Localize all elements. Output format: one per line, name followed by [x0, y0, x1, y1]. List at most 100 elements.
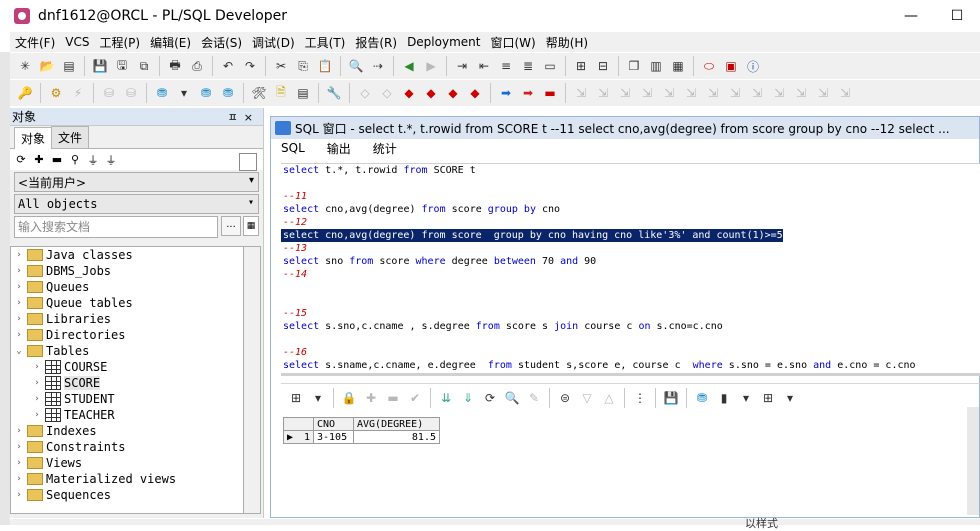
- comment-icon[interactable]: ≡: [496, 56, 516, 76]
- tab-files[interactable]: 文件: [51, 126, 90, 148]
- column-header-avg[interactable]: AVG(DEGREE): [353, 417, 440, 431]
- chevron-right-icon[interactable]: ›: [31, 378, 43, 388]
- chevron-right-icon[interactable]: ›: [13, 426, 25, 436]
- disabled-icon-10[interactable]: ⇲: [769, 83, 789, 103]
- tab-sql[interactable]: SQL: [279, 139, 317, 159]
- uncomment-icon[interactable]: ≣: [518, 56, 538, 76]
- chevron-right-icon[interactable]: ›: [13, 314, 25, 324]
- disabled-icon-6[interactable]: ⇲: [681, 83, 701, 103]
- chevron-right-icon[interactable]: ›: [13, 266, 25, 276]
- pdf-icon[interactable]: ▣: [721, 56, 741, 76]
- tree-item[interactable]: › TEACHER: [11, 407, 243, 423]
- column-header-cno[interactable]: CNO: [313, 417, 354, 431]
- disabled-icon-2[interactable]: ⇲: [593, 83, 613, 103]
- back-icon[interactable]: ◀: [399, 56, 419, 76]
- save-all-icon[interactable]: ⧉: [134, 56, 154, 76]
- arrow-right-blue-icon[interactable]: ➡: [496, 83, 516, 103]
- menu-project[interactable]: 工程(P): [95, 34, 146, 51]
- result-scrollbar[interactable]: [967, 407, 979, 515]
- chevron-right-icon[interactable]: ›: [31, 410, 43, 420]
- delete-row-icon[interactable]: ▬: [383, 388, 403, 408]
- chevron-right-icon[interactable]: ›: [13, 474, 25, 484]
- chevron-right-icon[interactable]: ›: [13, 330, 25, 340]
- chevron-right-icon[interactable]: ›: [31, 362, 43, 372]
- menu-window[interactable]: 窗口(W): [485, 34, 540, 51]
- menu-file[interactable]: 文件(F): [10, 34, 60, 51]
- disabled-icon-8[interactable]: ⇲: [725, 83, 745, 103]
- tree-item[interactable]: › STUDENT: [11, 391, 243, 407]
- chart-menu-icon[interactable]: ▾: [736, 388, 756, 408]
- menu-session[interactable]: 会话(S): [196, 34, 247, 51]
- filter-icon[interactable]: ⏚: [86, 152, 100, 168]
- menu-edit[interactable]: 编辑(E): [145, 34, 196, 51]
- forward-icon[interactable]: ▶: [421, 56, 441, 76]
- chevron-down-icon[interactable]: ⌄: [13, 346, 25, 356]
- chevron-right-icon[interactable]: ›: [13, 282, 25, 292]
- chevron-right-icon[interactable]: ›: [13, 250, 25, 260]
- stop-icon[interactable]: ▬: [540, 83, 560, 103]
- disabled-icon-9[interactable]: ⇲: [747, 83, 767, 103]
- user-combo[interactable]: <当前用户> ▾: [14, 172, 259, 192]
- disabled-icon-5[interactable]: ⇲: [659, 83, 679, 103]
- filter2-icon[interactable]: ⏚: [104, 152, 118, 168]
- fetch-last-icon[interactable]: ⇓: [458, 388, 478, 408]
- remove-icon[interactable]: ▬: [50, 152, 64, 168]
- tree-item[interactable]: › COURSE: [11, 359, 243, 375]
- key-icon[interactable]: 🔑: [15, 83, 35, 103]
- chevron-right-icon[interactable]: ›: [13, 490, 25, 500]
- chevron-right-icon[interactable]: ›: [31, 394, 43, 404]
- eraser2-icon[interactable]: ◇: [377, 83, 397, 103]
- tools-icon[interactable]: 🛠: [249, 83, 269, 103]
- clear-icon[interactable]: ✎: [524, 388, 544, 408]
- break-icon[interactable]: ⚡: [68, 83, 88, 103]
- save-icon[interactable]: 💾: [661, 388, 681, 408]
- menu-reports[interactable]: 报告(R): [350, 34, 402, 51]
- db-connect-icon[interactable]: ⛃: [196, 83, 216, 103]
- paste-icon[interactable]: 📋: [315, 56, 335, 76]
- sql-db-menu-icon[interactable]: ▾: [174, 83, 194, 103]
- post-icon[interactable]: ✔: [405, 388, 425, 408]
- tree-item[interactable]: › Queue tables: [11, 295, 243, 311]
- recent-icon[interactable]: ▤: [59, 56, 79, 76]
- color2-icon[interactable]: ◆: [421, 83, 441, 103]
- tree-item[interactable]: › Views: [11, 455, 243, 471]
- color-icon[interactable]: ◆: [399, 83, 419, 103]
- tree-item[interactable]: › Java classes: [11, 247, 243, 263]
- open-icon[interactable]: 📂: [37, 56, 57, 76]
- menu-tools[interactable]: 工具(T): [300, 34, 351, 51]
- disabled-icon-12[interactable]: ⇲: [813, 83, 833, 103]
- disabled-icon-4[interactable]: ⇲: [637, 83, 657, 103]
- sort-asc-icon[interactable]: △: [599, 388, 619, 408]
- rollback-icon[interactable]: ⛁: [121, 83, 141, 103]
- sql-editor[interactable]: select t.*, t.rowid from SCORE t --11 sele…: [281, 163, 980, 373]
- tree-view-icon[interactable]: ⋮: [630, 388, 650, 408]
- arrow-right-red-icon[interactable]: ➡: [518, 83, 538, 103]
- search-options-button[interactable]: ...: [221, 216, 241, 236]
- fetch-next-icon[interactable]: ⇊: [436, 388, 456, 408]
- tile-v-icon[interactable]: ▦: [668, 56, 688, 76]
- tab-output[interactable]: 输出: [325, 138, 363, 159]
- execute-icon[interactable]: ⚙: [46, 83, 66, 103]
- undo-icon[interactable]: ↶: [218, 56, 238, 76]
- pin-icon[interactable]: ㅍ×: [228, 109, 259, 125]
- insert-row-icon[interactable]: ✚: [361, 388, 381, 408]
- refresh-icon[interactable]: ⟳: [480, 388, 500, 408]
- export-menu-icon[interactable]: ▾: [780, 388, 800, 408]
- print-icon[interactable]: 🖶: [165, 56, 185, 76]
- minimize-button[interactable]: —: [888, 0, 934, 32]
- search-go-button[interactable]: ▦: [243, 216, 259, 236]
- cell-avg[interactable]: 81.5: [353, 430, 440, 444]
- format-icon[interactable]: ▭: [540, 56, 560, 76]
- splitter[interactable]: [281, 373, 980, 376]
- sort-desc-icon[interactable]: ▽: [577, 388, 597, 408]
- tree-item[interactable]: › SCORE: [11, 375, 243, 391]
- find-icon[interactable]: 🔍: [502, 388, 522, 408]
- binoculars-icon[interactable]: ⚲: [68, 152, 82, 168]
- search-input[interactable]: 输入搜索文档: [14, 216, 218, 238]
- find-icon[interactable]: 🔍: [346, 56, 366, 76]
- tree-item[interactable]: › Queues: [11, 279, 243, 295]
- maximize-button[interactable]: ☐: [934, 0, 980, 32]
- tree-item[interactable]: › DBMS_Jobs: [11, 263, 243, 279]
- eraser-icon[interactable]: ◇: [355, 83, 375, 103]
- chevron-right-icon[interactable]: ›: [13, 298, 25, 308]
